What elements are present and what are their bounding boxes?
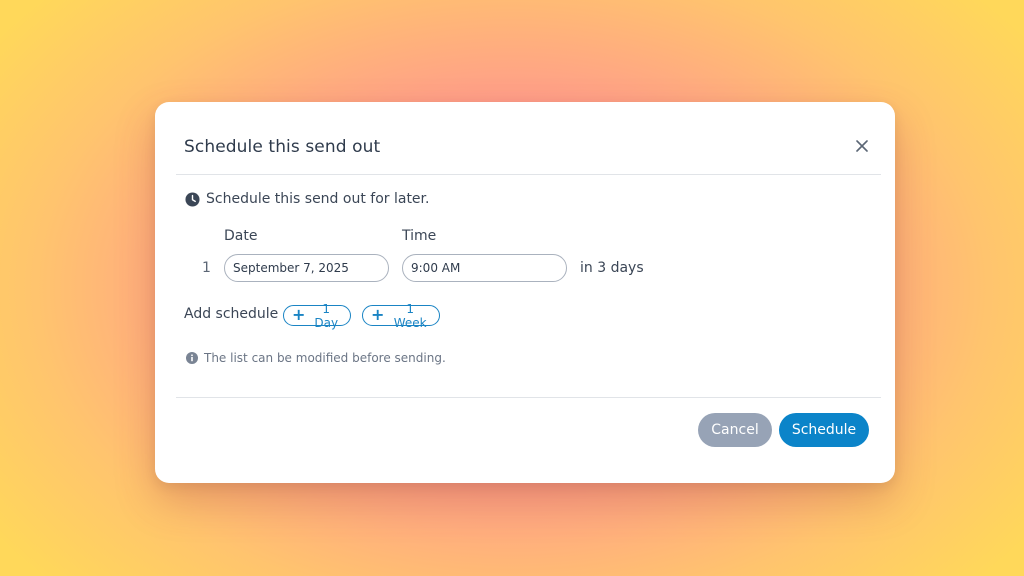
time-column-label: Time	[402, 228, 437, 244]
intro-text: Schedule this send out for later.	[206, 191, 430, 207]
schedule-button[interactable]: Schedule	[779, 413, 869, 447]
cancel-button[interactable]: Cancel	[698, 413, 772, 447]
schedule-row-index: 1	[202, 260, 211, 276]
date-column-label: Date	[224, 228, 258, 244]
relative-time: in 3 days	[580, 260, 644, 276]
plus-icon: +	[371, 305, 385, 324]
schedule-dialog: Schedule this send out Schedule this sen…	[155, 102, 895, 483]
close-button[interactable]	[851, 135, 873, 157]
intro-line: Schedule this send out for later.	[185, 191, 429, 207]
add-1-week-label: 1 Week	[393, 301, 427, 330]
close-icon	[856, 140, 868, 152]
add-1-day-button[interactable]: + 1 Day	[283, 302, 351, 330]
info-note-text: The list can be modified before sending.	[204, 351, 446, 365]
date-input[interactable]	[224, 254, 389, 282]
info-note: The list can be modified before sending.	[186, 351, 446, 365]
add-1-week-button[interactable]: + 1 Week	[362, 302, 440, 330]
dialog-title: Schedule this send out	[184, 137, 381, 157]
add-schedule-label: Add schedule	[184, 306, 279, 322]
info-icon	[186, 352, 198, 364]
footer-divider	[176, 397, 881, 398]
clock-icon	[185, 191, 200, 207]
plus-icon: +	[292, 305, 306, 324]
time-input[interactable]	[402, 254, 567, 282]
header-divider	[176, 174, 881, 175]
add-1-day-label: 1 Day	[314, 301, 339, 330]
